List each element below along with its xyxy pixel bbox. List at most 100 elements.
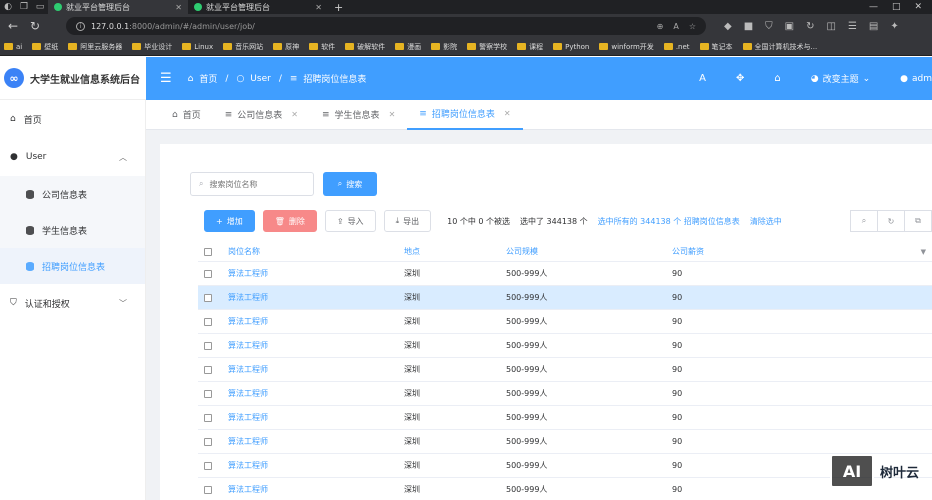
bookmark-item[interactable]: 警察学校: [467, 42, 507, 52]
browser-tab-list-icon[interactable]: ▭: [32, 0, 48, 14]
maximize-icon[interactable]: □: [892, 2, 901, 12]
tag-company[interactable]: ≡ 公司信息表 ✕: [213, 100, 310, 130]
minimize-icon[interactable]: —: [869, 2, 878, 12]
delete-button[interactable]: 🗑 删除: [262, 210, 317, 232]
select-all-checkbox[interactable]: [204, 247, 212, 256]
table-row[interactable]: 算法工程师 深圳 500-999人 90: [198, 358, 932, 382]
bookmark-item[interactable]: 阿里云服务器: [68, 42, 122, 52]
job-name-link[interactable]: 算法工程师: [228, 292, 404, 303]
tag-student[interactable]: ≡ 学生信息表 ✕: [310, 100, 407, 130]
browser-tab-1[interactable]: 就业平台管理后台 ✕: [48, 0, 188, 14]
bookmark-item[interactable]: Python: [553, 43, 589, 51]
extension-icon[interactable]: ■: [744, 21, 753, 32]
font-size-icon[interactable]: A: [699, 73, 706, 84]
table-row[interactable]: 算法工程师 深圳 500-999人 90: [198, 286, 932, 310]
bookmark-item[interactable]: 壁纸: [32, 42, 58, 52]
sidebar-item-job[interactable]: 招聘岗位信息表: [0, 248, 145, 284]
bookmark-item[interactable]: 软件: [309, 42, 335, 52]
breadcrumb-user[interactable]: User: [250, 74, 271, 84]
row-checkbox[interactable]: [204, 461, 212, 470]
job-name-link[interactable]: 算法工程师: [228, 388, 404, 399]
clear-selection-link[interactable]: 清除选中: [750, 216, 782, 227]
new-tab-icon[interactable]: +: [328, 1, 349, 14]
close-tag-icon[interactable]: ✕: [504, 109, 511, 118]
table-row[interactable]: 算法工程师 深圳 500-999人 90: [198, 454, 932, 478]
back-icon[interactable]: ←: [6, 19, 20, 33]
tag-home[interactable]: ⌂ 首页: [160, 100, 213, 130]
collections-icon[interactable]: ▤: [869, 21, 878, 32]
close-tab-icon[interactable]: ✕: [315, 3, 322, 12]
url-input[interactable]: i 127.0.0.1:8000/admin/#/admin/user/job/…: [66, 17, 706, 35]
browser-tab-2[interactable]: 就业平台管理后台 ✕: [188, 0, 328, 14]
breadcrumb-home[interactable]: 首页: [199, 72, 217, 85]
column-header[interactable]: 公司规模: [506, 246, 672, 257]
row-checkbox[interactable]: [204, 269, 212, 278]
row-checkbox[interactable]: [204, 365, 212, 374]
sidebar-item-company[interactable]: 公司信息表: [0, 176, 145, 212]
menu-toggle-icon[interactable]: ☰: [160, 71, 172, 86]
job-name-link[interactable]: 算法工程师: [228, 484, 404, 495]
favorite-star-icon[interactable]: ☆: [689, 22, 696, 31]
import-button[interactable]: ⇪ 导入: [324, 210, 376, 232]
site-info-icon[interactable]: i: [76, 21, 85, 31]
caret-down-icon[interactable]: ▼: [921, 248, 932, 256]
bookmark-item[interactable]: 破解软件: [345, 42, 385, 52]
change-theme-dropdown[interactable]: ◕ 改变主题 ⌄: [811, 72, 870, 86]
bookmark-item[interactable]: 毕业设计: [132, 42, 172, 52]
tag-job[interactable]: ≡ 招聘岗位信息表 ✕: [407, 100, 523, 130]
browser-tab-actions-icon[interactable]: ❐: [16, 0, 32, 14]
bookmark-item[interactable]: 音乐网站: [223, 42, 263, 52]
user-menu[interactable]: ● adm: [900, 74, 932, 84]
table-row[interactable]: 算法工程师 深圳 500-999人 90: [198, 406, 932, 430]
job-name-link[interactable]: 算法工程师: [228, 364, 404, 375]
zoom-icon[interactable]: ⊕: [657, 22, 664, 31]
bookmark-item[interactable]: 笔记本: [699, 42, 733, 52]
read-aloud-icon[interactable]: A: [673, 22, 678, 31]
add-button[interactable]: + 增加: [204, 210, 255, 232]
bookmark-item[interactable]: 漫画: [395, 42, 421, 52]
favorites-icon[interactable]: ☰: [848, 21, 857, 32]
close-tag-icon[interactable]: ✕: [291, 110, 298, 119]
close-window-icon[interactable]: ✕: [914, 2, 922, 12]
shield-icon[interactable]: ⛉: [765, 21, 773, 32]
row-checkbox[interactable]: [204, 485, 212, 494]
search-field[interactable]: ⌕: [190, 172, 314, 196]
row-checkbox[interactable]: [204, 389, 212, 398]
fullscreen-icon[interactable]: ✥: [736, 73, 744, 84]
job-name-link[interactable]: 算法工程师: [228, 340, 404, 351]
select-all-link[interactable]: 选中所有的 344138 个 招聘岗位信息表: [598, 216, 740, 227]
search-button[interactable]: ⌕ 搜索: [323, 172, 377, 196]
table-row[interactable]: 算法工程师 深圳 500-999人 90: [198, 310, 932, 334]
table-row[interactable]: 算法工程师 深圳 500-999人 90: [198, 478, 932, 500]
job-name-link[interactable]: 算法工程师: [228, 268, 404, 279]
bookmark-item[interactable]: .net: [663, 43, 690, 51]
bookmark-item[interactable]: 课程: [517, 42, 543, 52]
close-tab-icon[interactable]: ✕: [175, 3, 182, 12]
refresh-ext-icon[interactable]: ↻: [806, 21, 814, 32]
split-screen-icon[interactable]: ◫: [827, 21, 836, 32]
column-header[interactable]: 岗位名称: [228, 246, 404, 257]
row-checkbox[interactable]: [204, 413, 212, 422]
job-name-link[interactable]: 算法工程师: [228, 436, 404, 447]
job-name-link[interactable]: 算法工程师: [228, 460, 404, 471]
job-name-link[interactable]: 算法工程师: [228, 412, 404, 423]
row-checkbox[interactable]: [204, 317, 212, 326]
row-checkbox[interactable]: [204, 293, 212, 302]
refresh-icon[interactable]: ↻: [877, 210, 905, 232]
sidebar-group-user[interactable]: ● User ︿: [0, 138, 145, 176]
table-row[interactable]: 算法工程师 深圳 500-999人 90: [198, 382, 932, 406]
browser-profile-icon[interactable]: ◐: [0, 0, 16, 14]
bookmark-item[interactable]: ai: [4, 43, 22, 51]
copilot-icon[interactable]: ✦: [890, 21, 898, 32]
search-input[interactable]: [209, 179, 300, 189]
column-header[interactable]: 地点: [404, 246, 506, 257]
table-row[interactable]: 算法工程师 深圳 500-999人 90: [198, 430, 932, 454]
table-row[interactable]: 算法工程师 深圳 500-999人 90: [198, 262, 932, 286]
search-tool-icon[interactable]: ⌕: [850, 210, 878, 232]
export-button[interactable]: ⤓ 导出: [383, 210, 432, 232]
close-tag-icon[interactable]: ✕: [389, 110, 396, 119]
column-header[interactable]: 公司薪资: [672, 246, 902, 257]
home-shortcut-icon[interactable]: ⌂: [774, 73, 780, 84]
extension-icon[interactable]: ◆: [724, 21, 732, 32]
bookmark-item[interactable]: 影院: [431, 42, 457, 52]
